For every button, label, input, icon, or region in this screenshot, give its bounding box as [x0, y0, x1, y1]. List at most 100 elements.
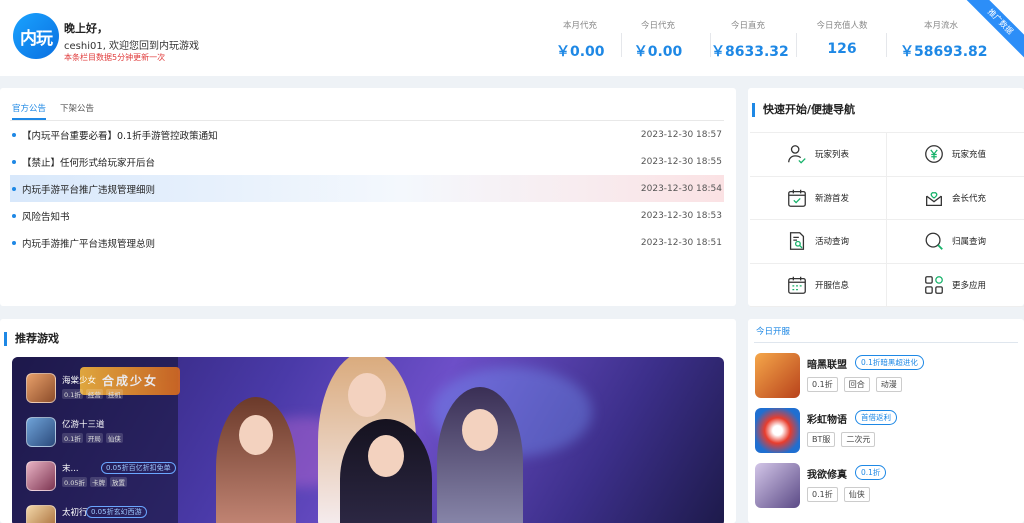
list-item[interactable]: 【内玩平台重要必看】0.1折手游管控政策通知 2023-12-30 18:57 — [10, 121, 724, 148]
stat-today-proxy: 今日代充 ￥0.00 — [633, 19, 711, 61]
nav-label: 玩家列表 — [815, 150, 850, 161]
game-item[interactable]: 亿游十三道 0.1折 开局 仙侠 — [26, 417, 176, 455]
stat-month-proxy: 本月代充 ￥0.00 — [556, 19, 622, 61]
character-face — [368, 435, 404, 477]
stat-today-payers: 今日充值人数 126 — [811, 19, 887, 57]
list-item[interactable]: 彩虹物语 首借返利 BT服 二次元 — [755, 408, 1021, 460]
tab-official[interactable]: 官方公告 — [12, 102, 47, 120]
list-item[interactable]: 暗黑联盟 0.1折暗黑超进化 0.1折 回合 动漫 — [755, 353, 1021, 405]
announcement-title[interactable]: 【内玩平台重要必看】0.1折手游管控政策通知 — [22, 128, 218, 142]
app-logo: 内玩 — [13, 13, 59, 59]
update-notice: 本条栏目数据5分钟更新一次 — [64, 53, 166, 62]
stat-value: ￥0.00 — [556, 44, 605, 60]
nav-activity-query[interactable]: 活动查询 — [750, 220, 887, 264]
game-thumbnail — [755, 463, 800, 508]
game-name: 末... — [62, 464, 79, 474]
game-promo-tag: 0.05折玄幻西游 — [86, 506, 147, 518]
welcome-text: ceshi01, 欢迎您回到内玩游戏 — [64, 41, 200, 52]
stat-value: ￥0.00 — [633, 44, 683, 60]
tag: 0.1折 — [62, 433, 83, 443]
game-thumbnail — [755, 353, 800, 398]
stat-month-flow: 本月流水 ￥58693.82 — [900, 19, 988, 61]
list-item[interactable]: 内玩手游平台推广违规管理细则 2023-12-30 18:54 — [10, 175, 724, 202]
announcement-title[interactable]: 内玩手游推广平台违规管理总则 — [22, 236, 155, 250]
bullet-icon — [12, 160, 16, 164]
stat-today-direct: 今日直充 ￥8633.32 — [711, 19, 797, 61]
game-name: 亿游十三道 — [62, 420, 105, 430]
quick-nav-panel: 快速开始/便捷导航 玩家列表 玩家充值 新游首发 会长代充 活动查询 归属查询 … — [748, 88, 1024, 307]
stat-value: ￥8633.32 — [711, 44, 789, 60]
divider — [886, 33, 887, 57]
announcement-list: 【内玩平台重要必看】0.1折手游管控政策通知 2023-12-30 18:57 … — [10, 121, 724, 256]
list-item[interactable]: 风险告知书 2023-12-30 18:53 — [10, 202, 724, 229]
quick-nav-title: 快速开始/便捷导航 — [752, 103, 855, 117]
nav-player-list[interactable]: 玩家列表 — [750, 133, 887, 177]
stat-label: 本月流水 — [923, 21, 958, 31]
tag: 挂机 — [105, 389, 123, 399]
game-thumbnail — [26, 373, 56, 403]
calendar-icon — [788, 276, 806, 294]
announcement-tabs: 官方公告 下架公告 — [12, 102, 108, 120]
character-face — [348, 373, 386, 417]
game-side-list: 合成少女 海棠少女 0.1折 经营 挂机 亿游十三道 0.1折 开局 仙侠 末.… — [12, 357, 180, 523]
game-thumbnail — [26, 505, 56, 523]
stat-label: 今日代充 — [640, 21, 675, 31]
divider — [754, 342, 1018, 343]
game-name: 海棠少女 — [62, 376, 97, 386]
tag: 回合 — [843, 377, 870, 392]
yuan-coin-icon — [925, 145, 943, 164]
user-check-icon — [788, 145, 806, 164]
recommended-title: 推荐游戏 — [4, 332, 59, 346]
stat-label: 今日充值人数 — [816, 21, 868, 31]
tag: 仙侠 — [843, 487, 870, 502]
game-tags: 0.1折 回合 动漫 — [807, 377, 908, 392]
game-item[interactable]: 太初行 0.05折玄幻西游 — [26, 505, 176, 523]
nav-label: 更多应用 — [952, 280, 987, 291]
nav-label: 新游首发 — [815, 193, 850, 204]
tag: 经营 — [85, 389, 103, 399]
list-item[interactable]: 内玩手游推广平台违规管理总则 2023-12-30 18:51 — [10, 229, 724, 256]
nav-new-games[interactable]: 新游首发 — [750, 176, 887, 220]
nav-ownership-query[interactable]: 归属查询 — [887, 220, 1024, 264]
divider — [796, 33, 797, 57]
list-item[interactable]: 【禁止】任何形式给玩家开后台 2023-12-30 18:55 — [10, 148, 724, 175]
announcement-title[interactable]: 风险告知书 — [22, 209, 70, 223]
list-item[interactable]: 我欲修真 0.1折 0.1折 仙侠 — [755, 463, 1021, 515]
quick-nav-grid: 玩家列表 玩家充值 新游首发 会长代充 活动查询 归属查询 开服信息 更多应用 — [750, 132, 1024, 307]
game-promo-tag: 首借返利 — [855, 410, 897, 425]
stat-label: 今日直充 — [730, 21, 765, 31]
tag: 放置 — [109, 477, 127, 487]
game-tags: 0.05折 卡牌 放置 — [62, 477, 130, 487]
game-promo-tag: 0.1折暗黑超进化 — [855, 355, 924, 370]
divider — [621, 33, 622, 57]
announcement-title[interactable]: 内玩手游平台推广违规管理细则 — [22, 182, 155, 196]
tag: 仙侠 — [105, 433, 123, 443]
game-name: 彩虹物语 — [807, 415, 847, 426]
character-figure — [340, 419, 432, 523]
nav-player-recharge[interactable]: 玩家充值 — [887, 133, 1024, 177]
tab-today-servers[interactable]: 今日开服 — [756, 325, 790, 337]
game-item[interactable]: 末... 0.05折百亿折扣免单 0.05折 卡牌 放置 — [26, 461, 176, 499]
announcement-title[interactable]: 【禁止】任何形式给玩家开后台 — [22, 155, 155, 169]
game-item[interactable]: 海棠少女 0.1折 经营 挂机 — [26, 373, 176, 411]
apps-grid-icon — [925, 275, 943, 294]
nav-label: 会长代充 — [952, 193, 987, 204]
tag: 0.1折 — [807, 377, 838, 392]
bullet-icon — [12, 187, 16, 191]
nav-label: 归属查询 — [952, 237, 987, 248]
nav-server-info[interactable]: 开服信息 — [750, 263, 887, 307]
nav-label: 玩家充值 — [952, 150, 987, 161]
game-banner[interactable]: 合成少女 海棠少女 0.1折 经营 挂机 亿游十三道 0.1折 开局 仙侠 末.… — [12, 357, 724, 523]
tag: 动漫 — [875, 377, 902, 392]
tag: 卡牌 — [89, 477, 107, 487]
tab-removed[interactable]: 下架公告 — [60, 102, 94, 120]
header-bar: 内玩 晚上好， ceshi01, 欢迎您回到内玩游戏 本条栏目数据5分钟更新一次… — [0, 0, 1024, 76]
heart-tray-icon — [926, 191, 942, 206]
nav-guild-recharge[interactable]: 会长代充 — [887, 177, 1024, 220]
nav-more-apps[interactable]: 更多应用 — [887, 264, 1024, 307]
nav-label: 活动查询 — [815, 237, 850, 248]
game-tags: 0.1折 仙侠 — [807, 487, 876, 502]
stat-value: 126 — [827, 41, 857, 57]
announcement-date: 2023-12-30 18:53 — [640, 210, 722, 221]
tag: BT服 — [807, 432, 836, 447]
